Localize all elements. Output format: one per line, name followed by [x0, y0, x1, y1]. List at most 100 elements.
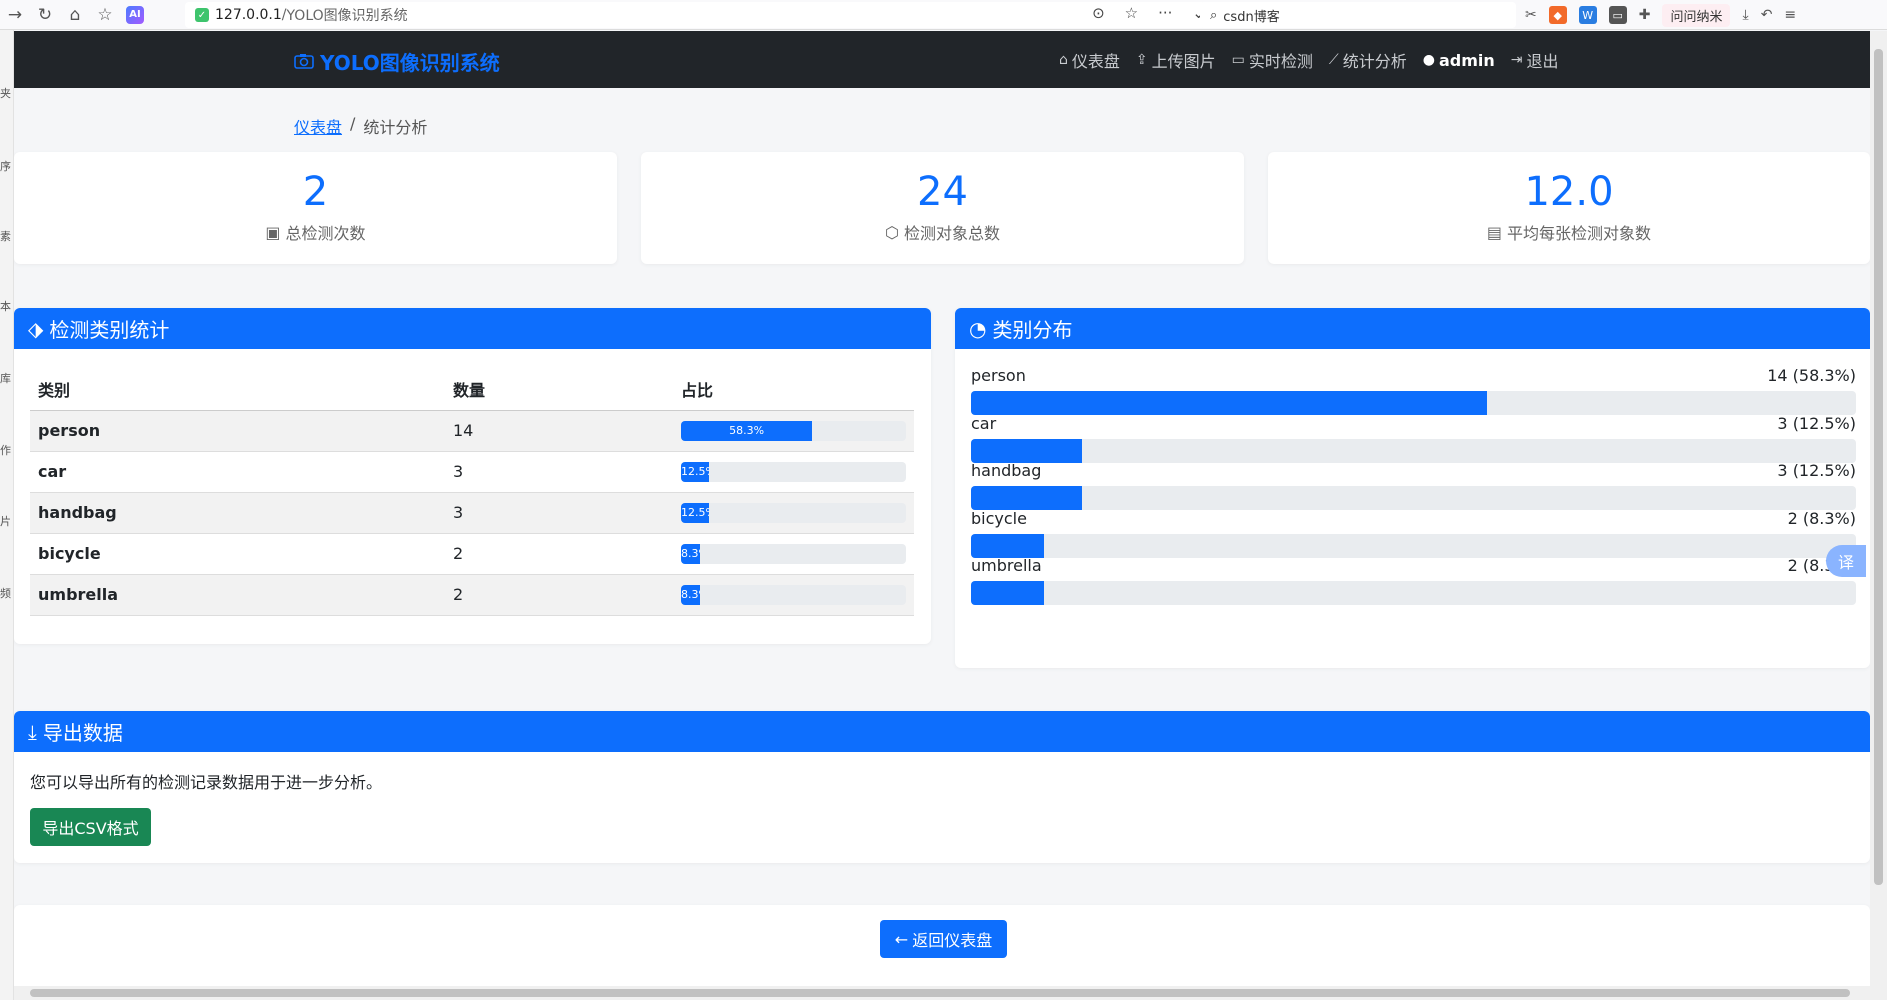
table-row: umbrella2 8.3%	[30, 574, 914, 616]
menu-icon[interactable]: ≡	[1784, 7, 1796, 23]
app-viewport: YOLO图像识别系统 ⌂ 仪表盘 ⇪ 上传图片 ▭ 实时检测 ⟋ 统计分析 ● …	[14, 31, 1870, 986]
address-bar[interactable]: ✓ 127.0.0.1 / YOLO图像识别系统 ⊙ ☆ ··· ⌄	[185, 2, 1205, 28]
column-header-percent: 占比	[673, 368, 914, 411]
horizontal-scrollbar[interactable]	[14, 986, 1887, 1000]
calculator-icon: ▤	[1486, 222, 1503, 242]
fox-extension-icon[interactable]: ◆	[1548, 6, 1567, 24]
nav-logout[interactable]: ⇥ 退出	[1511, 48, 1559, 72]
breadcrumb-home-link[interactable]: 仪表盘	[294, 114, 342, 138]
export-description: 您可以导出所有的检测记录数据用于进一步分析。	[30, 773, 383, 792]
back-to-dashboard-button[interactable]: ← 返回仪表盘	[880, 920, 1007, 958]
puzzle-icon[interactable]: ✚	[1639, 7, 1651, 23]
user-circle-icon: ●	[1422, 52, 1435, 68]
percent-progress-fill: 12.5%	[681, 502, 710, 523]
stat-card-average-objects: 12.0 ▤ 平均每张检测对象数	[1268, 152, 1870, 264]
distribution-category: person	[971, 366, 1026, 385]
distribution-bar-fill	[971, 391, 1487, 415]
cell-category: bicycle	[30, 533, 445, 575]
url-title: YOLO图像识别系统	[286, 8, 408, 24]
wenwen-extension[interactable]: 问问纳米	[1662, 3, 1731, 27]
browser-toolbar: → ↻ ⌂ ☆ AI ✓ 127.0.0.1 / YOLO图像识别系统 ⊙ ☆ …	[0, 0, 1887, 30]
nav-menu: ⌂ 仪表盘 ⇪ 上传图片 ▭ 实时检测 ⟋ 统计分析 ● admin ⇥ 退出	[1059, 48, 1559, 72]
distribution-bar	[971, 438, 1856, 463]
translate-bubble[interactable]: 译	[1826, 545, 1866, 577]
cell-percent: 8.3%	[673, 574, 914, 616]
side-strip-item[interactable]: 本	[0, 298, 11, 314]
browser-side-strip: 夹 序 素 本 库 作 片 频	[0, 30, 14, 1000]
horizontal-scroll-thumb[interactable]	[30, 989, 1850, 997]
cell-category: car	[30, 451, 445, 493]
ai-extension-icon[interactable]: AI	[126, 5, 144, 24]
nav-realtime[interactable]: ▭ 实时检测	[1232, 48, 1313, 72]
side-strip-item[interactable]: 库	[0, 370, 11, 386]
category-distribution-title: 类别分布	[992, 318, 1073, 342]
cell-percent: 8.3%	[673, 533, 914, 575]
distribution-bar-fill	[971, 581, 1045, 605]
nav-logout-label: 退出	[1526, 52, 1559, 71]
browser-search-box[interactable]: ⌕ csdn博客	[1200, 2, 1516, 28]
distribution-category: car	[971, 413, 997, 433]
home-icon[interactable]: ⌂	[60, 0, 90, 30]
category-stats-title: 检测类别统计	[49, 318, 170, 342]
nav-realtime-label: 实时检测	[1248, 52, 1313, 71]
distribution-row: umbrella 2 (8.3%)	[971, 556, 1856, 605]
nav-statistics[interactable]: ⟋ 统计分析	[1329, 48, 1407, 72]
distribution-category: bicycle	[971, 508, 1027, 528]
stat-card-total-detections: 2 ▣ 总检测次数	[14, 152, 617, 264]
more-icon[interactable]: ···	[1158, 4, 1172, 22]
side-strip-item[interactable]: 作	[0, 442, 11, 458]
window-icon[interactable]: ▭	[1608, 6, 1627, 24]
nav-upload[interactable]: ⇪ 上传图片	[1136, 48, 1216, 72]
distribution-row: car 3 (12.5%)	[971, 414, 1856, 463]
side-strip-item[interactable]: 素	[0, 228, 11, 244]
distribution-row-labels: bicycle 2 (8.3%)	[971, 509, 1856, 531]
nav-dashboard[interactable]: ⌂ 仪表盘	[1059, 48, 1120, 72]
export-csv-button[interactable]: 导出CSV格式	[30, 808, 151, 846]
stat-label: ▤ 平均每张检测对象数	[1268, 220, 1870, 244]
distribution-bar	[971, 581, 1856, 605]
side-strip-item[interactable]: 夹	[0, 85, 11, 101]
side-strip-item[interactable]: 片	[0, 513, 11, 529]
scissors-icon[interactable]: ✂	[1525, 7, 1537, 23]
distribution-row: handbag 3 (12.5%)	[971, 461, 1856, 510]
extension-area: ✂ ◆ W ▭ ✚ 问问纳米 ⤓ ↶ ≡	[1525, 0, 1796, 30]
brand-link[interactable]: YOLO图像识别系统	[294, 47, 500, 76]
search-text: csdn博客	[1223, 9, 1280, 25]
location-icon[interactable]: ⊙	[1092, 4, 1105, 22]
distribution-row-labels: umbrella 2 (8.3%)	[971, 556, 1856, 578]
side-strip-item[interactable]: 频	[0, 585, 11, 601]
vertical-scroll-thumb[interactable]	[1874, 49, 1883, 885]
url-host: 127.0.0.1	[215, 7, 282, 23]
pie-chart-icon: ◔	[969, 316, 987, 341]
cell-percent: 12.5%	[673, 451, 914, 493]
stat-label-text: 总检测次数	[285, 224, 366, 243]
distribution-row-labels: person 14 (58.3%)	[971, 366, 1856, 388]
cell-category: handbag	[30, 492, 445, 534]
reload-icon[interactable]: ↻	[30, 0, 60, 30]
distribution-row-labels: car 3 (12.5%)	[971, 414, 1856, 436]
category-stats-panel: ⬗ 检测类别统计 类别 数量 占比 person14 58.3% car3 12.5%…	[14, 308, 931, 644]
breadcrumb-separator: /	[350, 114, 356, 133]
side-strip-item[interactable]: 序	[0, 158, 11, 174]
distribution-bar	[971, 533, 1856, 558]
download-icon[interactable]: ⤓	[1742, 7, 1748, 23]
nav-upload-label: 上传图片	[1151, 52, 1216, 71]
favorites-icon[interactable]: ☆	[90, 0, 120, 30]
cell-percent: 58.3%	[673, 410, 914, 452]
table-row: bicycle2 8.3%	[30, 533, 914, 575]
vertical-scrollbar[interactable]	[1870, 31, 1887, 986]
bookmark-star-icon[interactable]: ☆	[1125, 4, 1138, 22]
percent-progress-fill: 8.3%	[681, 584, 700, 605]
percent-progress-bar: 8.3%	[681, 543, 906, 564]
box-icon: ⬡	[885, 222, 899, 242]
undo-icon[interactable]: ↶	[1761, 7, 1773, 23]
top-navbar: YOLO图像识别系统 ⌂ 仪表盘 ⇪ 上传图片 ▭ 实时检测 ⟋ 统计分析 ● …	[14, 31, 1870, 88]
word-extension-icon[interactable]: W	[1578, 6, 1597, 24]
nav-user[interactable]: ● admin	[1423, 51, 1495, 70]
camera-icon	[294, 50, 314, 74]
export-title: 导出数据	[42, 721, 123, 745]
back-button-label: 返回仪表盘	[912, 931, 993, 950]
upload-cloud-icon: ⇪	[1135, 52, 1148, 68]
forward-icon[interactable]: →	[0, 0, 30, 30]
percent-progress-bar: 8.3%	[681, 584, 906, 605]
